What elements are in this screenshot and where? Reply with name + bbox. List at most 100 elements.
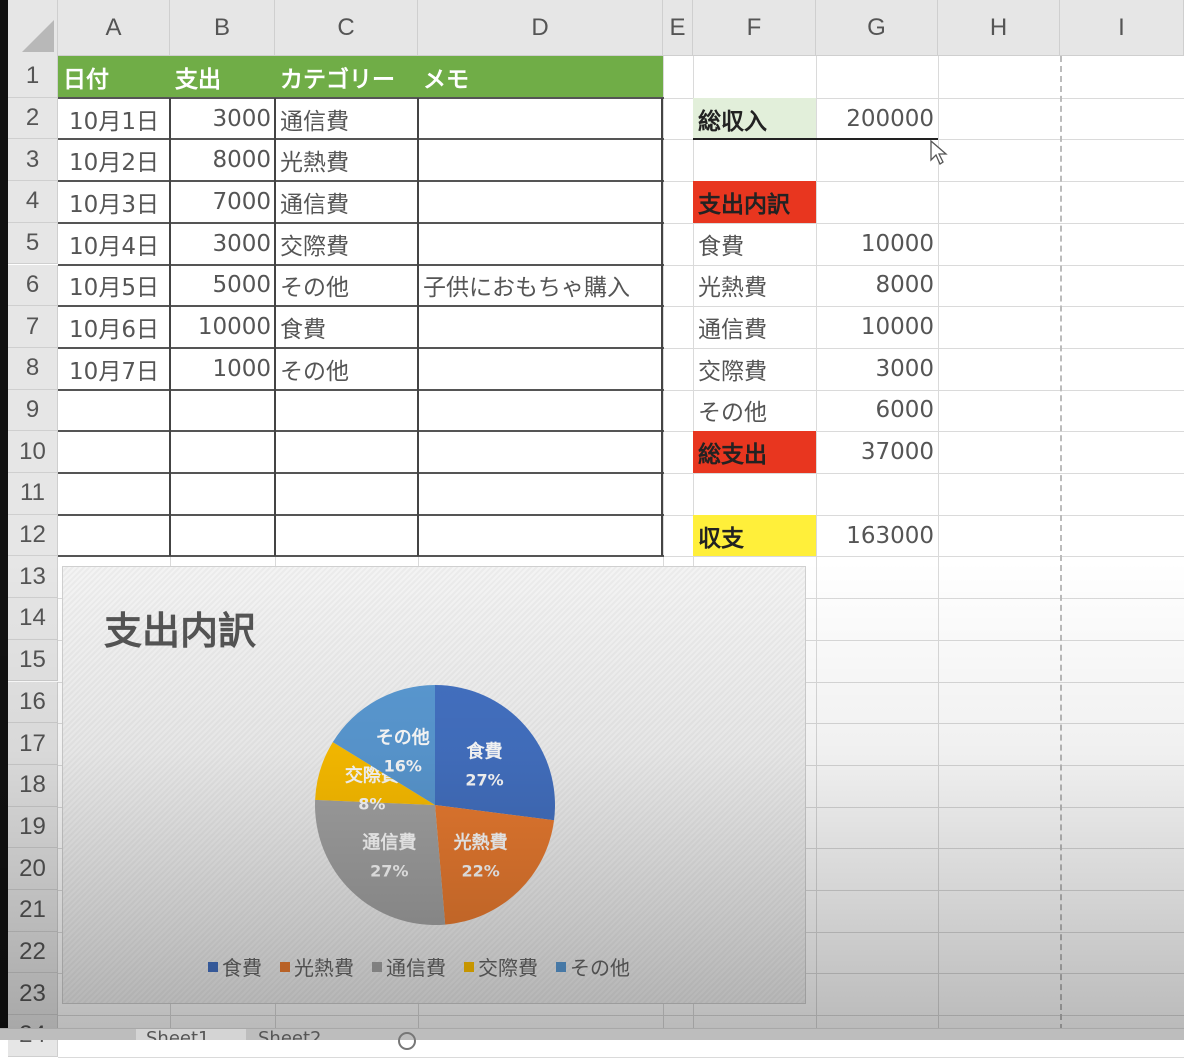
cell-date[interactable]: 10月6日 <box>58 306 170 348</box>
row-header-19[interactable]: 19 <box>8 806 58 849</box>
empty-cell[interactable] <box>170 473 275 515</box>
column-header-i[interactable]: I <box>1060 0 1184 56</box>
cell-memo[interactable] <box>418 98 663 140</box>
cell-date[interactable]: 10月7日 <box>58 348 170 390</box>
cell-category[interactable]: その他 <box>275 265 418 307</box>
breakdown-item-label[interactable]: 光熱費 <box>693 265 816 307</box>
row-header-8[interactable]: 8 <box>8 347 58 390</box>
column-header-c[interactable]: C <box>275 0 418 56</box>
cell-date[interactable]: 10月1日 <box>58 98 170 140</box>
column-header-d[interactable]: D <box>418 0 663 56</box>
row-header-16[interactable]: 16 <box>8 681 58 724</box>
cell-date[interactable]: 10月2日 <box>58 139 170 181</box>
cell-category[interactable]: その他 <box>275 348 418 390</box>
column-header-e[interactable]: E <box>663 0 693 56</box>
column-header-a[interactable]: A <box>58 0 170 56</box>
row-header-21[interactable]: 21 <box>8 890 58 932</box>
empty-cell[interactable] <box>275 390 418 432</box>
cell-category[interactable]: 光熱費 <box>275 139 418 181</box>
row-header-11[interactable]: 11 <box>8 473 58 515</box>
breakdown-item-value[interactable]: 8000 <box>816 265 938 307</box>
cell-category[interactable]: 交際費 <box>275 223 418 265</box>
row-header-10[interactable]: 10 <box>8 431 58 473</box>
empty-cell[interactable] <box>418 431 663 473</box>
empty-cell[interactable] <box>170 431 275 473</box>
cell-memo[interactable] <box>418 306 663 348</box>
row-header-23[interactable]: 23 <box>8 973 58 1016</box>
row-header-2[interactable]: 2 <box>8 97 58 140</box>
empty-cell[interactable] <box>58 390 170 432</box>
empty-cell[interactable] <box>58 431 170 473</box>
cell-amount[interactable]: 7000 <box>170 181 275 223</box>
empty-cell[interactable] <box>58 473 170 515</box>
row-header-5[interactable]: 5 <box>8 222 58 265</box>
breakdown-item-value[interactable]: 10000 <box>816 306 938 348</box>
cell-date[interactable]: 10月3日 <box>58 181 170 223</box>
cell-category[interactable]: 通信費 <box>275 181 418 223</box>
cell-category[interactable]: 食費 <box>275 306 418 348</box>
pie-chart[interactable]: 食費27%光熱費22%通信費27%交際費8%その他16% <box>300 670 570 940</box>
row-header-22[interactable]: 22 <box>8 931 58 974</box>
breakdown-label[interactable]: 支出内訳 <box>693 181 816 223</box>
sheet-tab-2[interactable]: Sheet2 <box>248 1029 358 1040</box>
empty-cell[interactable] <box>275 431 418 473</box>
cell-amount[interactable]: 3000 <box>170 98 275 140</box>
add-sheet-icon[interactable] <box>398 1032 416 1050</box>
total-expense-value[interactable]: 37000 <box>816 431 938 473</box>
row-header-3[interactable]: 3 <box>8 139 58 182</box>
cell-amount[interactable]: 8000 <box>170 139 275 181</box>
income-value[interactable]: 200000 <box>816 98 938 140</box>
table-header-1[interactable]: 支出 <box>170 56 275 98</box>
row-header-9[interactable]: 9 <box>8 389 58 432</box>
cell-amount[interactable]: 3000 <box>170 223 275 265</box>
column-header-b[interactable]: B <box>170 0 275 56</box>
row-header-1[interactable]: 1 <box>8 56 58 98</box>
breakdown-item-label[interactable]: 食費 <box>693 223 816 265</box>
cell-memo[interactable] <box>418 348 663 390</box>
table-header-2[interactable]: カテゴリー <box>275 56 418 98</box>
empty-cell[interactable] <box>170 515 275 557</box>
column-header-g[interactable]: G <box>816 0 938 56</box>
cell-date[interactable]: 10月4日 <box>58 223 170 265</box>
row-header-15[interactable]: 15 <box>8 639 58 682</box>
breakdown-item-label[interactable]: 通信費 <box>693 306 816 348</box>
row-header-7[interactable]: 7 <box>8 306 58 348</box>
empty-cell[interactable] <box>275 473 418 515</box>
cell-memo[interactable] <box>418 223 663 265</box>
cell-amount[interactable]: 10000 <box>170 306 275 348</box>
empty-cell[interactable] <box>418 515 663 557</box>
breakdown-item-label[interactable]: その他 <box>693 390 816 432</box>
cell-amount[interactable]: 5000 <box>170 265 275 307</box>
empty-cell[interactable] <box>58 515 170 557</box>
breakdown-item-label[interactable]: 交際費 <box>693 348 816 390</box>
cell-memo[interactable] <box>418 181 663 223</box>
cell-amount[interactable]: 1000 <box>170 348 275 390</box>
income-label[interactable]: 総収入 <box>693 97 816 140</box>
empty-cell[interactable] <box>418 390 663 432</box>
breakdown-item-value[interactable]: 10000 <box>816 223 938 265</box>
column-header-f[interactable]: F <box>693 0 816 56</box>
cell-memo[interactable] <box>418 139 663 181</box>
row-header-4[interactable]: 4 <box>8 181 58 223</box>
row-header-13[interactable]: 13 <box>8 556 58 599</box>
row-header-12[interactable]: 12 <box>8 514 58 557</box>
breakdown-item-value[interactable]: 6000 <box>816 390 938 432</box>
row-header-18[interactable]: 18 <box>8 764 58 807</box>
row-header-17[interactable]: 17 <box>8 723 58 765</box>
balance-label[interactable]: 収支 <box>693 514 816 557</box>
row-header-14[interactable]: 14 <box>8 598 58 640</box>
column-header-h[interactable]: H <box>938 0 1060 56</box>
empty-cell[interactable] <box>275 515 418 557</box>
cell-date[interactable]: 10月5日 <box>58 265 170 307</box>
cell-category[interactable]: 通信費 <box>275 98 418 140</box>
breakdown-item-value[interactable]: 3000 <box>816 348 938 390</box>
row-header-20[interactable]: 20 <box>8 848 58 890</box>
table-header-3[interactable]: メモ <box>418 56 663 98</box>
balance-value[interactable]: 163000 <box>816 515 938 557</box>
empty-cell[interactable] <box>418 473 663 515</box>
sheet-tab-1[interactable]: Sheet1 <box>136 1029 246 1040</box>
empty-cell[interactable] <box>170 390 275 432</box>
total-expense-label[interactable]: 総支出 <box>693 431 816 473</box>
table-header-0[interactable]: 日付 <box>58 56 170 98</box>
cell-memo[interactable]: 子供におもちゃ購入 <box>418 265 663 307</box>
